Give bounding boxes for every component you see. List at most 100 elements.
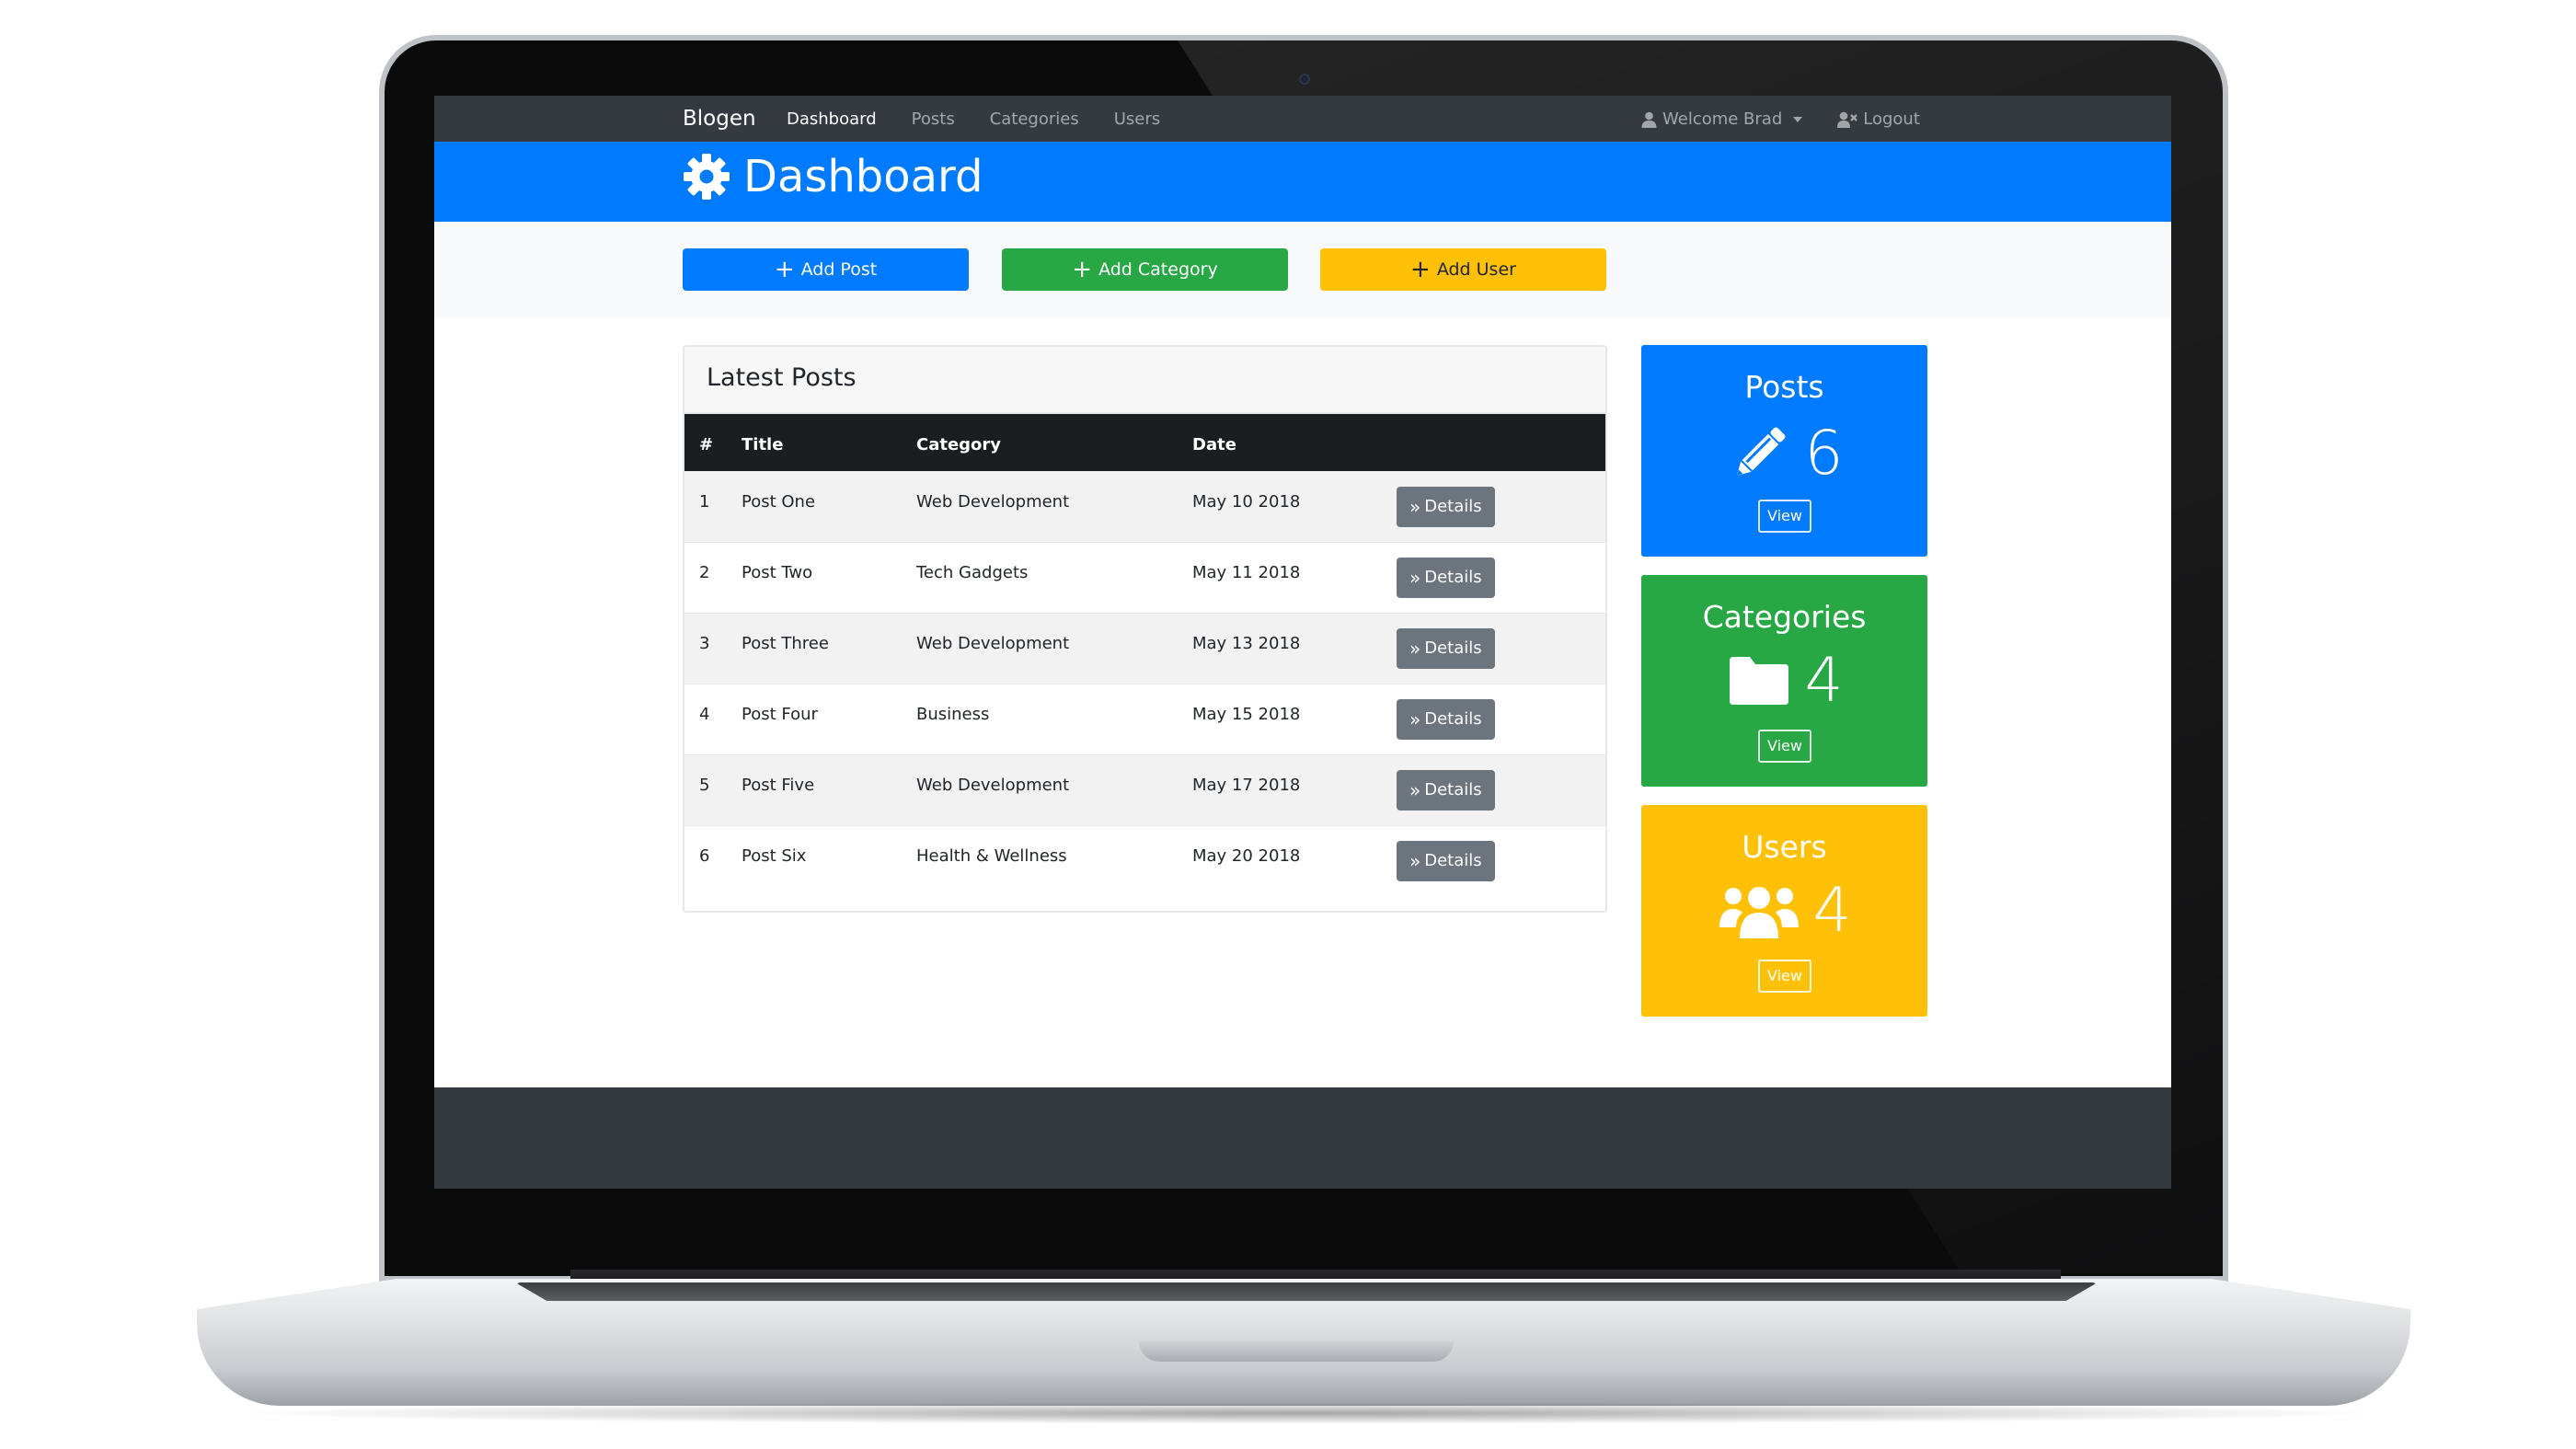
col-date: Date — [1192, 414, 1397, 471]
actions-bar: + Add Post + Add Category + Add User — [434, 222, 2171, 317]
nav-users[interactable]: Users — [1114, 109, 1160, 129]
nav-dashboard[interactable]: Dashboard — [787, 109, 877, 129]
laptop-notch — [1139, 1341, 1454, 1362]
user-times-icon — [1837, 111, 1858, 128]
details-label: Details — [1424, 497, 1482, 516]
latest-posts-card: Latest Posts # Title Category Date 1 Post… — [683, 345, 1607, 913]
details-label: Details — [1424, 638, 1482, 658]
table-row: 4 Post Four Business May 15 2018 » Details — [684, 684, 1605, 754]
row-date: May 17 2018 — [1192, 775, 1301, 795]
add-post-button[interactable]: + Add Post — [683, 248, 969, 291]
latest-posts-title: Latest Posts — [684, 347, 1605, 414]
details-button[interactable]: » Details — [1397, 698, 1495, 740]
row-number: 5 — [699, 775, 710, 795]
users-stat-title: Users — [1742, 829, 1827, 865]
plus-icon: + — [1072, 256, 1093, 283]
table-row: 5 Post Five Web Development May 17 2018 » Det… — [684, 754, 1605, 825]
posts-count: 6 — [1804, 418, 1844, 489]
angle-double-right-icon: » — [1409, 778, 1421, 801]
plus-icon: + — [1410, 256, 1431, 283]
col-actions — [1397, 414, 1605, 471]
posts-table: # Title Category Date 1 Post One Web Devel… — [684, 414, 1605, 896]
posts-stat-card: Posts 6 View — [1641, 345, 1927, 557]
details-button[interactable]: » Details — [1397, 486, 1495, 527]
posts-stat-row: 6 — [1641, 420, 1927, 487]
row-category: Business — [916, 704, 990, 724]
angle-double-right-icon: » — [1409, 849, 1421, 872]
row-date: May 13 2018 — [1192, 633, 1301, 653]
pencil-icon — [1736, 427, 1785, 477]
row-category: Health & Wellness — [916, 845, 1067, 866]
categories-view-button[interactable]: View — [1758, 730, 1811, 763]
nav-categories[interactable]: Categories — [990, 109, 1079, 129]
categories-stat-card: Categories 4 View — [1641, 575, 1927, 787]
row-date: May 20 2018 — [1192, 845, 1301, 866]
add-user-button[interactable]: + Add User — [1320, 248, 1606, 291]
col-category: Category — [916, 414, 1192, 471]
row-actions: » Details — [1397, 754, 1605, 825]
laptop-keyboard-edge — [515, 1282, 2098, 1301]
logout-label: Logout — [1863, 109, 1920, 129]
users-view-button[interactable]: View — [1758, 960, 1811, 993]
user-icon — [1641, 111, 1657, 128]
row-category: Web Development — [916, 633, 1070, 653]
screen: Blogen Dashboard Posts Categories Users … — [434, 96, 2171, 1189]
details-button[interactable]: » Details — [1397, 769, 1495, 811]
row-number: 6 — [699, 845, 710, 866]
caret-down-icon — [1793, 116, 1803, 122]
row-title: Post Five — [742, 775, 815, 795]
row-actions: » Details — [1397, 542, 1605, 613]
table-header-row: # Title Category Date — [684, 414, 1605, 471]
row-title: Post Two — [742, 562, 813, 582]
details-button[interactable]: » Details — [1397, 627, 1495, 669]
categories-stat-title: Categories — [1702, 599, 1867, 635]
footer — [434, 1087, 2171, 1189]
details-button[interactable]: » Details — [1397, 840, 1495, 881]
nav-posts[interactable]: Posts — [912, 109, 955, 129]
posts-view-button[interactable]: View — [1758, 500, 1811, 533]
posts-stat-title: Posts — [1744, 369, 1824, 405]
row-category: Tech Gadgets — [916, 562, 1029, 582]
posts-table-body: 1 Post One Web Development May 10 2018» Deta… — [684, 471, 1605, 896]
brand-logo[interactable]: Blogen — [683, 107, 756, 131]
row-actions: » Details — [1397, 825, 1605, 896]
welcome-dropdown[interactable]: Welcome Brad — [1641, 109, 1803, 129]
row-actions: » Details — [1397, 471, 1605, 542]
gear-icon — [684, 154, 730, 200]
row-date: May 11 2018 — [1192, 562, 1301, 582]
users-stat-card: Users 4 View — [1641, 805, 1927, 1017]
nav-links: Dashboard Posts Categories Users — [787, 109, 1160, 129]
table-row: 6 Post Six Health & Wellness May 20 2018 » De… — [684, 825, 1605, 896]
add-category-label: Add Category — [1098, 259, 1218, 280]
row-actions: » Details — [1397, 613, 1605, 684]
row-title: Post Three — [742, 633, 829, 653]
users-stat-row: 4 — [1641, 880, 1927, 941]
angle-double-right-icon: » — [1409, 495, 1421, 518]
categories-stat-row: 4 — [1641, 650, 1927, 711]
table-row: 2 Post Two Tech Gadgets May 11 2018 » Details — [684, 542, 1605, 613]
angle-double-right-icon: » — [1409, 637, 1421, 660]
row-number: 1 — [699, 491, 710, 512]
welcome-label: Welcome Brad — [1662, 109, 1783, 129]
row-title: Post One — [742, 491, 816, 512]
plus-icon: + — [774, 256, 795, 283]
users-count: 4 — [1812, 875, 1852, 946]
angle-double-right-icon: » — [1409, 707, 1421, 730]
details-label: Details — [1424, 568, 1482, 587]
row-number: 2 — [699, 562, 710, 582]
navbar: Blogen Dashboard Posts Categories Users … — [434, 96, 2171, 142]
page-title: Dashboard — [683, 151, 983, 202]
details-label: Details — [1424, 709, 1482, 729]
row-actions: » Details — [1397, 684, 1605, 754]
categories-count: 4 — [1804, 645, 1844, 716]
add-category-button[interactable]: + Add Category — [1002, 248, 1288, 291]
logout-link[interactable]: Logout — [1837, 109, 1920, 129]
details-button[interactable]: » Details — [1397, 557, 1495, 598]
row-title: Post Six — [742, 845, 807, 866]
details-label: Details — [1424, 780, 1482, 799]
details-label: Details — [1424, 851, 1482, 870]
laptop-shadow — [221, 1402, 2392, 1424]
page-title-text: Dashboard — [743, 151, 983, 202]
page-header: Dashboard — [434, 142, 2171, 222]
row-date: May 15 2018 — [1192, 704, 1301, 724]
